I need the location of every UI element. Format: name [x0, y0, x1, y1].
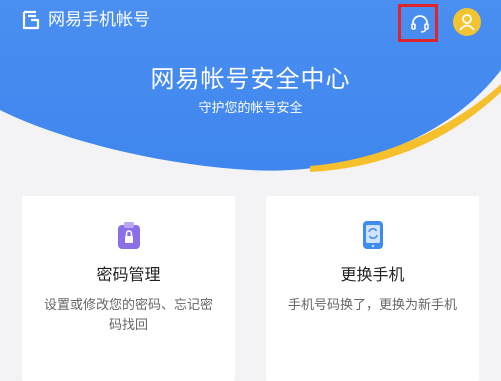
app-title: 网易手机帐号 — [48, 10, 150, 30]
card-description: 设置或修改您的密码、忘记密码找回 — [43, 298, 213, 333]
avatar[interactable] — [453, 8, 481, 36]
customer-service-button[interactable] — [398, 4, 438, 42]
phone-swap-icon — [360, 220, 386, 250]
card-title: 更换手机 — [340, 265, 405, 284]
password-clipboard-icon — [116, 220, 142, 250]
headset-icon — [411, 15, 429, 33]
netease-logo-icon — [22, 10, 40, 30]
password-management-card[interactable]: 密码管理 设置或修改您的密码、忘记密码找回 — [22, 196, 235, 381]
hero-title: 网易帐号安全中心 — [150, 65, 351, 93]
change-phone-card[interactable]: 更换手机 手机号码换了，更换为新手机 — [266, 196, 479, 381]
hero-banner: 网易手机帐号 网易帐号安全中心 守护您的帐号安全 — [0, 0, 501, 190]
user-icon — [459, 14, 475, 31]
card-description: 手机号码换了，更换为新手机 — [287, 298, 457, 313]
hero-subtitle: 守护您的帐号安全 — [198, 101, 303, 116]
card-title: 密码管理 — [96, 265, 161, 284]
top-bar: 网易手机帐号 — [0, 0, 501, 44]
